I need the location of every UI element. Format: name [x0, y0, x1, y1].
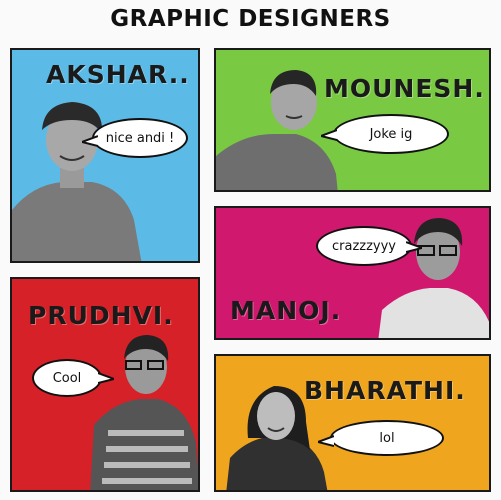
card-name: AKSHAR.. [46, 60, 190, 89]
person-photo [12, 102, 142, 261]
bubble-tail [82, 135, 98, 147]
card-name: PRUDHVI. [28, 301, 174, 330]
bubble-text: nice andi ! [105, 130, 175, 146]
card-akshar: AKSHAR.. nice andi ! [10, 48, 200, 263]
speech-bubble: Cool [32, 359, 102, 397]
person-photo [90, 335, 198, 490]
card-mounesh: MOUNESH. Joke ig [214, 48, 491, 192]
bubble-tail [321, 129, 337, 141]
bubble-text: lol [379, 430, 395, 446]
card-name: MOUNESH. [324, 74, 485, 103]
bubble-text: crazzzyyy [331, 238, 396, 254]
speech-bubble: lol [330, 420, 444, 456]
card-name: MANOJ. [230, 296, 342, 325]
page-title: GRAPHIC DESIGNERS [110, 6, 391, 32]
bubble-tail [318, 435, 334, 447]
person-photo [226, 386, 328, 490]
speech-bubble: crazzzyyy [316, 226, 412, 266]
bubble-tail [98, 372, 114, 384]
speech-bubble: nice andi ! [92, 118, 188, 158]
card-manoj: MANOJ. crazzzyyy [214, 206, 491, 340]
bubble-tail [406, 241, 422, 253]
card-name: BHARATHI. [304, 376, 466, 405]
card-prudhvi: PRUDHVI. Cool [10, 277, 200, 492]
bubble-text: Cool [52, 370, 82, 386]
bubble-text: Joke ig [369, 126, 413, 142]
speech-bubble: Joke ig [333, 114, 449, 154]
card-bharathi: BHARATHI. lol [214, 354, 491, 492]
